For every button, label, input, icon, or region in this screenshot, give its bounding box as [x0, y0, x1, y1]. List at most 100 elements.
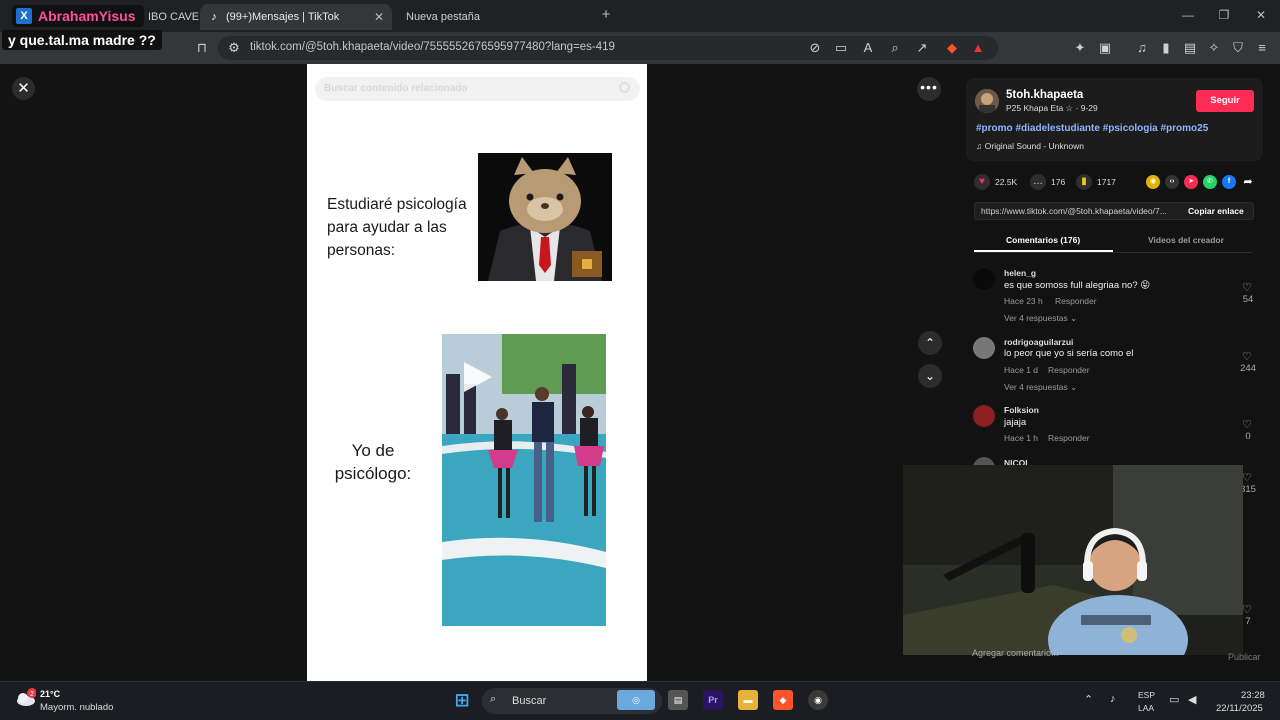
comment-like-count: 54	[1242, 294, 1254, 305]
search-highlight-icon[interactable]: ◎	[617, 690, 655, 710]
send-icon[interactable]: ➤	[1184, 175, 1198, 189]
add-comment-input[interactable]: Agregar comentario...	[972, 648, 1222, 666]
tab-comments[interactable]: Comentarios (176)	[1006, 235, 1080, 245]
webcam-overlay	[903, 465, 1243, 655]
comment-like-icon[interactable]: ♡	[1242, 418, 1252, 431]
more-options-button[interactable]: •••	[917, 77, 941, 101]
comment-like-icon[interactable]: ♡	[1242, 350, 1252, 363]
premiere-pro-icon[interactable]: Pr	[703, 690, 723, 710]
media-icon[interactable]: ♫	[1134, 40, 1150, 56]
tab-creator-videos[interactable]: Videos del creador	[1148, 235, 1224, 245]
url-text[interactable]: tiktok.com/@5toh.khapaeta/video/75555526…	[250, 41, 615, 53]
keyboard-layout[interactable]: LAA	[1138, 703, 1154, 713]
next-video-button[interactable]: ⌄	[918, 364, 942, 388]
tab-label: (99+)Mensajes | TikTok	[226, 11, 340, 23]
comment-like-count: 244	[1240, 363, 1256, 374]
creator-username[interactable]: 5toh.khapaeta	[1006, 89, 1083, 101]
tab-ibo-cave[interactable]: IBO CAVE	[140, 4, 200, 30]
save-stat[interactable]: ▮ 1717	[1076, 174, 1116, 190]
maximize-icon[interactable]: ❐	[1216, 8, 1232, 22]
related-search-bar[interactable]: Buscar contenido relacionado	[315, 77, 640, 101]
comment-user[interactable]: rodrigoaguilarzui	[1004, 337, 1073, 347]
no-video-icon[interactable]: ⊘	[807, 40, 823, 56]
cast-icon[interactable]: ▭	[833, 40, 849, 56]
friends-share-icon[interactable]: ◉	[1146, 175, 1160, 189]
comment-avatar[interactable]	[973, 405, 995, 427]
comment-avatar[interactable]	[973, 268, 995, 290]
menu-icon[interactable]: ≡	[1254, 40, 1270, 56]
browser-tab-bar: IBO CAVE ♪ (99+)Mensajes | TikTok ✕ Nuev…	[0, 0, 1280, 32]
video-player[interactable]: Buscar contenido relacionado Estudiaré p…	[307, 64, 647, 681]
follow-button[interactable]: Seguir	[1196, 90, 1254, 112]
tab-label: Nueva pestaña	[406, 11, 480, 23]
keyboard-language[interactable]: ESP	[1138, 690, 1155, 700]
screenshot-icon[interactable]: ▣	[1097, 40, 1113, 56]
task-view-icon[interactable]: ▤	[668, 690, 688, 710]
network-icon[interactable]: ▭	[1169, 693, 1179, 706]
microphone-icon[interactable]: ♪	[1110, 693, 1116, 705]
comment-stat[interactable]: … 176	[1030, 174, 1065, 190]
file-explorer-icon[interactable]: ▬	[738, 690, 758, 710]
tray-chevron-icon[interactable]: ⌃	[1084, 693, 1093, 706]
music-note-icon: ♫	[976, 141, 985, 151]
reply-button[interactable]: Responder	[1055, 296, 1097, 306]
zoom-icon[interactable]: ⌕	[887, 40, 903, 56]
new-tab-plus-icon[interactable]: +	[598, 6, 614, 23]
comment-user[interactable]: helen_g	[1004, 268, 1036, 278]
share-icon[interactable]: ↗	[914, 40, 930, 56]
reply-button[interactable]: Responder	[1048, 433, 1090, 443]
video-hashtags[interactable]: #promo #diadelestudiante #psicologia #pr…	[976, 123, 1208, 134]
obs-icon[interactable]: ◉	[808, 690, 828, 710]
reply-button[interactable]: Responder	[1048, 365, 1090, 375]
brave-shields-icon[interactable]: ◆	[944, 40, 960, 56]
previous-video-button[interactable]: ⌃	[918, 331, 942, 355]
comment-like-icon[interactable]: ♡	[1242, 471, 1252, 484]
creator-avatar[interactable]	[975, 89, 999, 113]
like-stat[interactable]: ♥ 22.5K	[974, 174, 1017, 190]
site-settings-icon[interactable]: ⚙	[226, 40, 242, 56]
comment-like-icon[interactable]: ♡	[1242, 281, 1252, 294]
weather-widget[interactable]: 2	[14, 687, 37, 709]
comment-like-icon[interactable]: ♡	[1242, 603, 1252, 616]
embed-icon[interactable]: ‹›	[1165, 175, 1179, 189]
meme-caption-top: Estudiaré psicología para ayudar a las p…	[327, 196, 467, 259]
vpn-icon[interactable]: ⛉	[1230, 40, 1246, 56]
minimize-icon[interactable]: —	[1180, 8, 1196, 22]
sound-link[interactable]: ♫ Original Sound - Unknown	[976, 141, 1084, 151]
windows-start-icon[interactable]: ⊞	[452, 690, 472, 710]
tab-tiktok[interactable]: ♪ (99+)Mensajes | TikTok ✕	[200, 4, 392, 30]
clock-time[interactable]: 23:28	[1241, 690, 1265, 701]
bookmark-icon[interactable]: ⊓	[194, 40, 210, 56]
brave-browser-icon[interactable]: ◆	[773, 690, 793, 710]
heart-icon[interactable]: ♥	[974, 174, 990, 190]
copy-link-button[interactable]: Copiar enlace	[1188, 206, 1244, 216]
whatsapp-icon[interactable]: ✆	[1203, 175, 1217, 189]
close-window-icon[interactable]: ✕	[1253, 8, 1269, 22]
close-tab-icon[interactable]: ✕	[374, 10, 384, 24]
sidebar-icon[interactable]: ▮	[1158, 40, 1174, 56]
brave-rewards-icon[interactable]: ▲	[970, 40, 986, 56]
comment-time: Hace 1 h	[1004, 433, 1039, 443]
wallet-icon[interactable]: ▤	[1182, 40, 1198, 56]
bookmark-save-icon[interactable]: ▮	[1076, 174, 1092, 190]
translate-icon[interactable]: A	[860, 40, 876, 56]
search-icon[interactable]: ⌕	[490, 693, 496, 706]
leo-ai-icon[interactable]: ✧	[1206, 40, 1222, 56]
comment-avatar[interactable]	[973, 337, 995, 359]
view-replies-button[interactable]: Ver 4 respuestas ⌄	[1004, 382, 1077, 393]
weather-temperature: 21°C	[40, 689, 61, 699]
weather-badge: 2	[30, 691, 34, 698]
clock-date[interactable]: 22/11/2025	[1216, 703, 1263, 714]
post-comment-button[interactable]: Publicar	[1228, 652, 1261, 662]
volume-icon[interactable]: ◀	[1188, 693, 1196, 706]
facebook-icon[interactable]: f	[1222, 175, 1236, 189]
comment-icon[interactable]: …	[1030, 174, 1046, 190]
comment-user[interactable]: Folksion	[1004, 405, 1039, 415]
close-video-button[interactable]: ✕	[12, 77, 35, 100]
extensions-icon[interactable]: ✦	[1072, 40, 1088, 56]
share-link-url[interactable]: https://www.tiktok.com/@5toh.khapaeta/vi…	[981, 206, 1167, 216]
view-replies-button[interactable]: Ver 4 respuestas ⌄	[1004, 313, 1077, 324]
tab-new-tab[interactable]: Nueva pestaña	[398, 4, 588, 30]
more-share-icon[interactable]: ➦	[1241, 175, 1255, 189]
search-icon[interactable]	[619, 82, 630, 93]
